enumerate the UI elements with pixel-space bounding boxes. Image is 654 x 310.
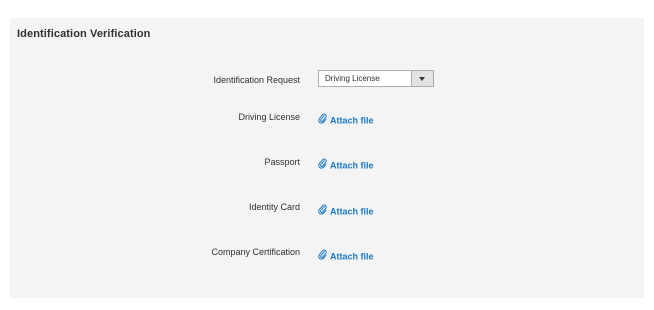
- driving-license-attach-file-link[interactable]: Attach file: [318, 113, 374, 127]
- paperclip-icon: [318, 249, 327, 262]
- passport-attach-file-link[interactable]: Attach file: [318, 158, 374, 172]
- attach-file-text: Attach file: [330, 251, 374, 262]
- identification-request-label: Identification Request: [213, 75, 300, 85]
- paperclip-icon: [318, 113, 327, 126]
- paperclip-icon: [318, 158, 327, 171]
- identity-card-attach-file-link[interactable]: Attach file: [318, 204, 374, 218]
- identification-verification-panel: Identification Verification Identificati…: [10, 18, 644, 298]
- paperclip-icon: [318, 204, 327, 217]
- company-certification-attach-file-link[interactable]: Attach file: [318, 249, 374, 263]
- chevron-down-icon: [419, 77, 425, 81]
- dropdown-toggle[interactable]: [411, 71, 433, 86]
- driving-license-label: Driving License: [238, 112, 300, 122]
- attach-file-text: Attach file: [330, 115, 374, 126]
- identification-request-selected-value: Driving License: [325, 74, 380, 83]
- section-title: Identification Verification: [17, 28, 151, 40]
- identification-request-select[interactable]: Driving License: [318, 70, 434, 87]
- identity-card-label: Identity Card: [248, 202, 300, 212]
- passport-label: Passport: [264, 157, 300, 167]
- company-certification-label: Company Certification: [211, 247, 300, 257]
- attach-file-text: Attach file: [330, 206, 374, 217]
- attach-file-text: Attach file: [330, 160, 374, 171]
